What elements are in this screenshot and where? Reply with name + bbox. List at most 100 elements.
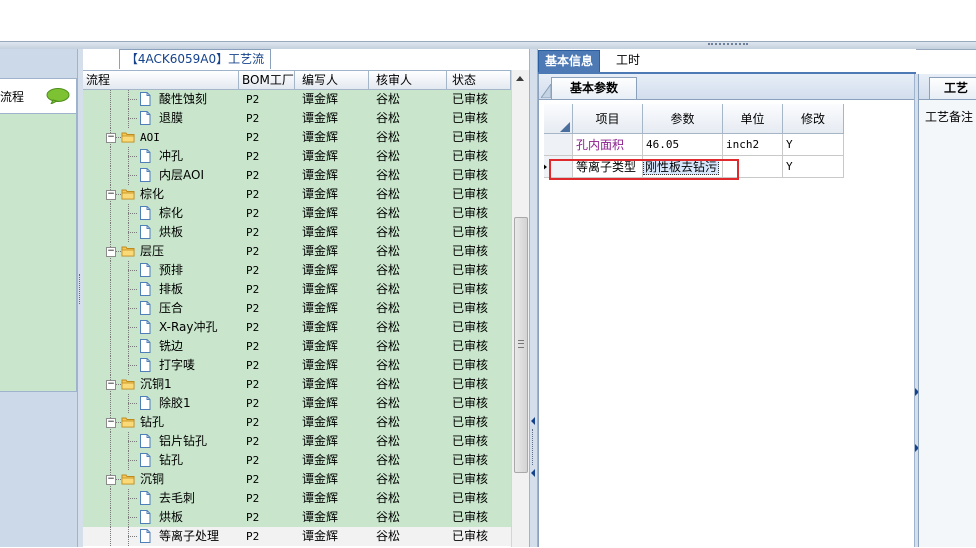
collapse-toggle-icon[interactable]: − [106,380,116,390]
tree-step-row[interactable]: 酸性蚀刻 P2 谭金辉 谷松 已审核 [83,90,511,109]
left-flow-card[interactable]: 流程 [0,78,77,392]
tree-step-row[interactable]: 铣边 P2 谭金辉 谷松 已审核 [83,337,511,356]
document-icon [140,282,151,296]
column-header-status[interactable]: 状态 [447,71,511,89]
bom-factory-cell: P2 [246,435,260,448]
tree-connector-line [110,204,111,223]
collapse-left-arrow-icon[interactable] [531,469,536,477]
tree-step-row[interactable]: 打字唛 P2 谭金辉 谷松 已审核 [83,356,511,375]
document-icon [140,510,151,524]
author-cell: 谭金辉 [302,529,339,543]
collapse-toggle-icon[interactable]: − [106,133,116,143]
row-selector[interactable] [544,134,573,156]
step-name: 冲孔 [159,149,184,163]
tree-step-row[interactable]: 内层AOI P2 谭金辉 谷松 已审核 [83,166,511,185]
splitter-grip-icon[interactable] [708,43,748,48]
tree-folder-row[interactable]: − 沉铜1 P2 谭金辉 谷松 已审核 [83,375,511,394]
param-item-cell[interactable]: 孔内面积 [573,134,643,156]
status-cell: 已审核 [452,168,489,182]
scroll-up-arrow-icon[interactable] [515,74,525,82]
document-icon [140,491,151,505]
tree-folder-row[interactable]: − 沉铜 P2 谭金辉 谷松 已审核 [83,470,511,489]
step-name: 铝片钻孔 [159,434,208,448]
tree-connector-line [128,156,137,157]
author-cell: 谭金辉 [302,339,339,353]
column-header-author[interactable]: 编写人 [295,71,369,89]
author-cell: 谭金辉 [302,320,339,334]
bom-factory-cell: P2 [246,131,260,144]
subtab-basic-params[interactable]: 基本参数 [551,77,637,99]
collapse-toggle-icon[interactable]: − [106,475,116,485]
status-cell: 已审核 [452,206,489,220]
column-header-flow[interactable]: 流程 [83,71,239,89]
tree-step-row[interactable]: 烘板 P2 谭金辉 谷松 已审核 [83,508,511,527]
tree-folder-row[interactable]: − 棕化 P2 谭金辉 谷松 已审核 [83,185,511,204]
step-name: 铣边 [159,339,184,353]
tree-step-row[interactable]: 预排 P2 谭金辉 谷松 已审核 [83,261,511,280]
collapse-toggle-icon[interactable]: − [106,247,116,257]
params-header-unit[interactable]: 单位 [723,104,783,134]
reviewer-cell: 谷松 [376,415,401,429]
tree-step-row[interactable]: 棕化 P2 谭金辉 谷松 已审核 [83,204,511,223]
tree-step-row[interactable]: 去毛刺 P2 谭金辉 谷松 已审核 [83,489,511,508]
tree-step-row[interactable]: X-Ray冲孔 P2 谭金辉 谷松 已审核 [83,318,511,337]
bom-factory-cell: P2 [246,245,260,258]
document-icon [140,168,151,182]
tree-step-row[interactable]: 排板 P2 谭金辉 谷松 已审核 [83,280,511,299]
tab-basic-info[interactable]: 基本信息 [538,50,601,73]
param-modify-cell[interactable]: Y [783,156,844,178]
tree-folder-row[interactable]: − 钻孔 P2 谭金辉 谷松 已审核 [83,413,511,432]
document-icon [140,111,151,125]
center-vertical-splitter[interactable] [529,49,538,547]
tree-connector-line [110,90,111,109]
collapse-toggle-icon[interactable]: − [106,190,116,200]
tree-folder-row[interactable]: − 层压 P2 谭金辉 谷松 已审核 [83,242,511,261]
tree-connector-line [110,299,111,318]
left-card-header: 流程 [0,79,76,114]
tree-connector-line [128,441,137,442]
param-value-cell[interactable]: 46.05 [643,134,723,156]
tree-step-row[interactable]: 冲孔 P2 谭金辉 谷松 已审核 [83,147,511,166]
scrollbar-thumb[interactable] [514,217,528,473]
column-header-bom[interactable]: BOM工厂 [239,71,295,89]
status-cell: 已审核 [452,415,489,429]
param-unit-cell[interactable]: inch2 [723,134,783,156]
params-header-modify[interactable]: 修改 [783,104,844,134]
bom-factory-cell: P2 [246,492,260,505]
params-header-item[interactable]: 项目 [573,104,643,134]
status-cell: 已审核 [452,339,489,353]
left-card-label: 流程 [0,90,25,104]
document-icon [140,92,151,106]
vertical-scrollbar[interactable] [511,70,529,547]
collapse-toggle-icon[interactable]: − [106,418,116,428]
tree-connector-line [110,508,111,527]
folder-icon [121,246,135,257]
splitter-grip-icon [79,274,80,304]
param-modify-cell[interactable]: Y [783,134,844,156]
column-header-reviewer[interactable]: 核审人 [369,71,447,89]
speech-bubble-icon[interactable] [46,88,70,104]
params-header-value[interactable]: 参数 [643,104,723,134]
tree-step-row[interactable]: 压合 P2 谭金辉 谷松 已审核 [83,299,511,318]
tree-step-row[interactable]: 等离子处理 P2 谭金辉 谷松 已审核 [83,527,511,546]
tree-connector-line [128,536,137,537]
tree-step-row[interactable]: 除胶1 P2 谭金辉 谷松 已审核 [83,394,511,413]
tree-step-row[interactable]: 退膜 P2 谭金辉 谷松 已审核 [83,109,511,128]
collapse-left-arrow-icon[interactable] [531,417,536,425]
reviewer-cell: 谷松 [376,377,401,391]
tree-step-row[interactable]: 铝片钻孔 P2 谭金辉 谷松 已审核 [83,432,511,451]
tab-process[interactable]: 工艺 [929,77,976,99]
reviewer-cell: 谷松 [376,491,401,505]
tree-folder-row[interactable]: − AOI P2 谭金辉 谷松 已审核 [83,128,511,147]
reviewer-cell: 谷松 [376,206,401,220]
author-cell: 谭金辉 [302,358,339,372]
reviewer-cell: 谷松 [376,510,401,524]
bom-factory-cell: P2 [246,226,260,239]
tree-connector-line [128,213,137,214]
tree-step-row[interactable]: 烘板 P2 谭金辉 谷松 已审核 [83,223,511,242]
tree-step-row[interactable]: 钻孔 P2 谭金辉 谷松 已审核 [83,451,511,470]
params-corner-cell [544,104,573,134]
tree-connector-line [110,527,111,546]
process-tree-grid[interactable]: 流程 BOM工厂 编写人 核审人 状态 酸性蚀刻 P2 谭金辉 谷松 已审核 退膜 P2 谭金… [83,70,511,548]
tab-work-hours[interactable]: 工时 [610,50,646,71]
